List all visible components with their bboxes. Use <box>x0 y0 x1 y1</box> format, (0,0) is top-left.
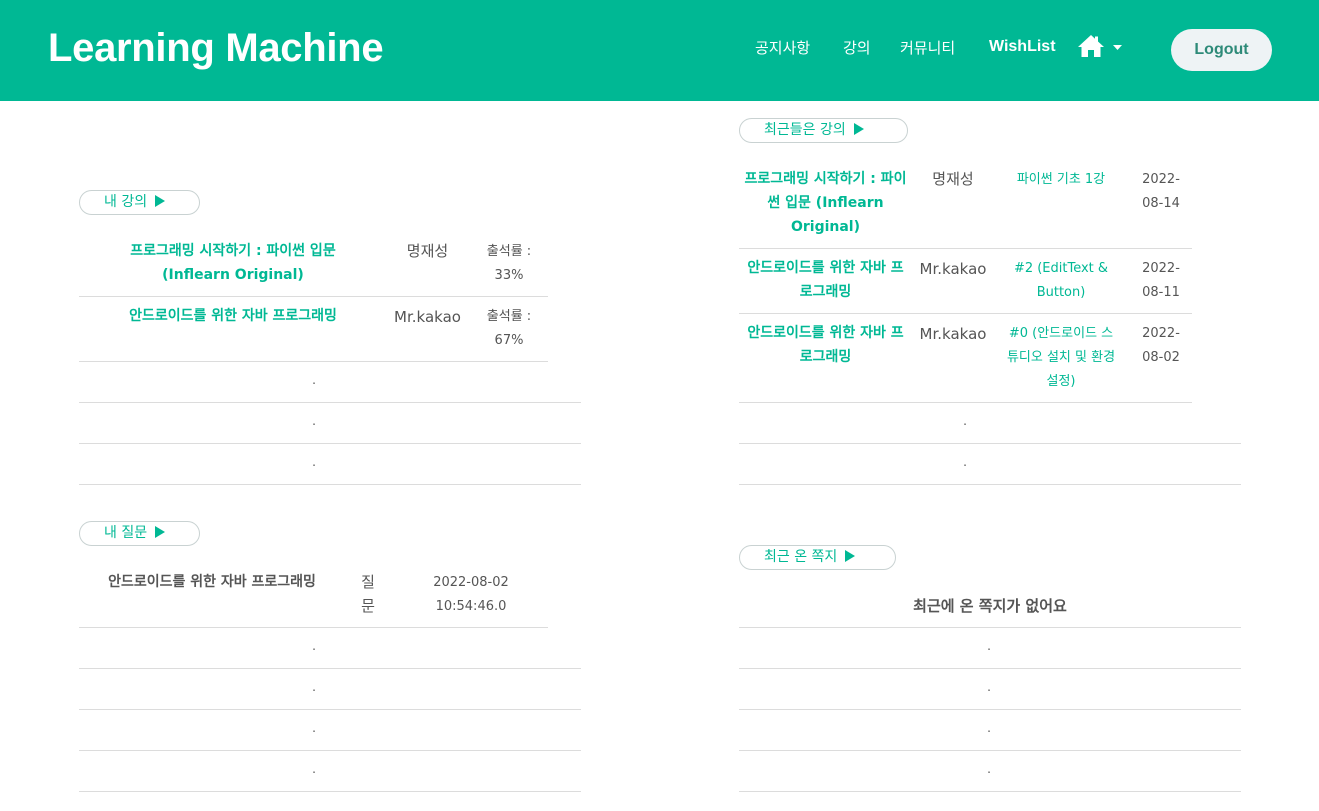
recent-notes-label: 최근 온 쪽지 <box>764 549 838 565</box>
nav-wishlist[interactable]: WishList <box>989 38 1056 56</box>
recent-course-title-1[interactable]: 프로그래밍 시작하기 : 파이썬 입문 (Inflearn Original) <box>743 167 908 239</box>
question-date: 2022-08-02 10:54:46.0 <box>433 575 509 614</box>
recent-course-title-2[interactable]: 안드로이드를 위한 자바 프로그래밍 <box>743 256 908 304</box>
recent-date-3: 2022-08-02 <box>1142 326 1180 365</box>
row-divider <box>79 296 548 297</box>
row-divider <box>739 248 1192 249</box>
placeholder-row: . <box>987 762 991 776</box>
row-divider <box>79 668 581 669</box>
row-divider <box>79 443 581 444</box>
my-questions-pill[interactable]: 내 질문 <box>79 521 200 546</box>
my-course-instructor-2: Mr.kakao <box>394 308 461 326</box>
nav-courses[interactable]: 강의 <box>843 37 871 58</box>
my-course-instructor-1: 명재성 <box>406 242 449 260</box>
my-course-attendance-1: 출석률 : 33% <box>486 244 532 283</box>
top-navbar: Learning Machine 공지사항 강의 커뮤니티 WishList L… <box>0 0 1319 101</box>
placeholder-row: . <box>312 639 316 653</box>
row-divider <box>79 402 581 403</box>
home-icon <box>1078 35 1122 57</box>
row-divider <box>79 750 581 751</box>
recent-lectures-pill[interactable]: 최근들은 강의 <box>739 118 908 143</box>
placeholder-row: . <box>312 680 316 694</box>
row-divider <box>739 313 1192 314</box>
row-divider <box>79 361 548 362</box>
recent-notes-pill[interactable]: 최근 온 쪽지 <box>739 545 896 570</box>
nav-notice[interactable]: 공지사항 <box>755 37 810 58</box>
play-icon <box>155 526 166 538</box>
recent-lecture-2[interactable]: #2 (EditText & Button) <box>1003 257 1119 305</box>
recent-course-title-3[interactable]: 안드로이드를 위한 자바 프로그래밍 <box>743 321 908 369</box>
row-divider <box>739 484 1241 485</box>
placeholder-row: . <box>312 721 316 735</box>
recent-date-2: 2022-08-11 <box>1142 261 1180 300</box>
placeholder-row: . <box>312 414 316 428</box>
my-course-title-2[interactable]: 안드로이드를 위한 자바 프로그래밍 <box>98 304 368 328</box>
row-divider <box>739 443 1241 444</box>
placeholder-row: . <box>987 680 991 694</box>
row-divider <box>739 402 1192 403</box>
my-questions-label: 내 질문 <box>104 525 148 541</box>
row-divider <box>79 484 581 485</box>
recent-instructor-2: Mr.kakao <box>919 260 987 278</box>
recent-instructor-3: Mr.kakao <box>919 325 987 343</box>
recent-lecture-3[interactable]: #0 (안드로이드 스튜디오 설치 및 환경설정) <box>1003 322 1119 394</box>
play-icon <box>853 123 864 135</box>
recent-date-1: 2022-08-14 <box>1142 172 1180 211</box>
home-dropdown[interactable] <box>1077 33 1127 61</box>
row-divider <box>739 791 1241 792</box>
row-divider <box>739 627 1241 628</box>
recent-notes-empty-message: 최근에 온 쪽지가 없어요 <box>913 597 1067 615</box>
question-type: 질문 <box>361 573 375 615</box>
my-courses-pill[interactable]: 내 강의 <box>79 190 200 215</box>
brand-logo[interactable]: Learning Machine <box>48 26 384 71</box>
row-divider <box>79 709 581 710</box>
recent-lecture-1[interactable]: 파이썬 기초 1강 <box>1001 168 1121 192</box>
placeholder-row: . <box>987 721 991 735</box>
recent-lectures-label: 최근들은 강의 <box>764 122 846 138</box>
play-icon <box>845 550 856 562</box>
my-courses-label: 내 강의 <box>104 194 148 210</box>
row-divider <box>739 668 1241 669</box>
placeholder-row: . <box>312 373 316 387</box>
placeholder-row: . <box>312 762 316 776</box>
row-divider <box>79 791 581 792</box>
row-divider <box>739 750 1241 751</box>
question-course-title[interactable]: 안드로이드를 위한 자바 프로그래밍 <box>88 570 336 594</box>
my-course-attendance-2: 출석률 : 67% <box>486 309 532 348</box>
row-divider <box>739 709 1241 710</box>
placeholder-row: . <box>987 639 991 653</box>
my-course-title-1[interactable]: 프로그래밍 시작하기 : 파이썬 입문 (Inflearn Original) <box>98 239 368 287</box>
placeholder-row: . <box>963 455 967 469</box>
placeholder-row: . <box>312 455 316 469</box>
recent-instructor-1: 명재성 <box>932 170 974 188</box>
row-divider <box>79 627 548 628</box>
placeholder-row: . <box>963 414 967 428</box>
play-icon <box>155 195 166 207</box>
logout-button[interactable]: Logout <box>1171 29 1272 71</box>
caret-down-icon <box>1113 45 1122 50</box>
nav-community[interactable]: 커뮤니티 <box>900 37 955 58</box>
